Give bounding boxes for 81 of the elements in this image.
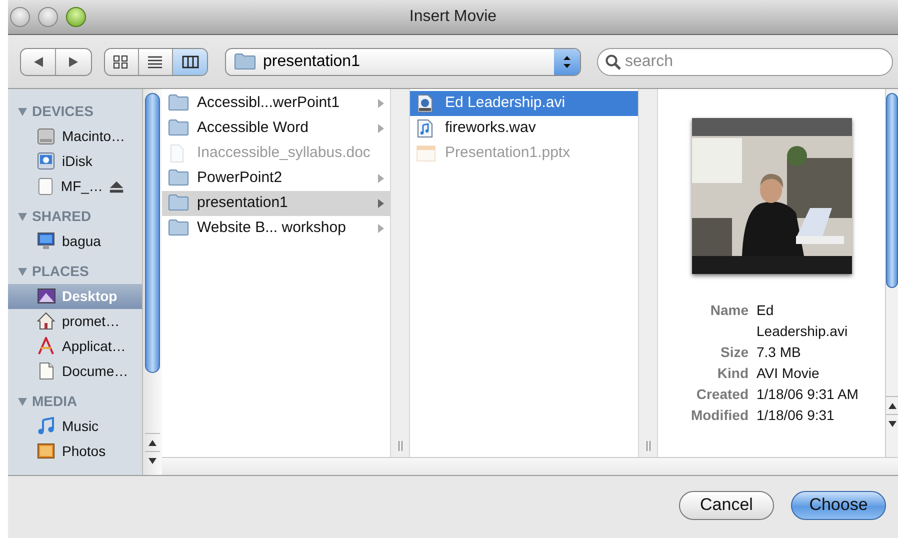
chevron-icon: [377, 123, 385, 134]
chevron-icon: [377, 223, 385, 234]
disclosure-triangle-icon[interactable]: [17, 210, 28, 222]
sidebar-item[interactable]: Music: [8, 414, 142, 439]
sidebar-item[interactable]: MF_…: [8, 174, 142, 199]
resize-handle-icon[interactable]: [398, 441, 402, 451]
view-mode-control[interactable]: [104, 48, 208, 76]
section-heading: MEDIA: [32, 392, 78, 411]
search-field[interactable]: search: [597, 48, 893, 76]
info-label: Created: [695, 385, 748, 404]
file-list-item[interactable]: presentation1: [162, 191, 390, 216]
info-label: Modified: [690, 406, 748, 425]
photo-icon: [37, 442, 56, 461]
sidebar-item[interactable]: Docume…: [8, 359, 142, 384]
file-list-item[interactable]: Ed Leadership.avi: [410, 91, 638, 116]
app-store-icon: [37, 337, 56, 356]
sidebar-item[interactable]: promet…: [8, 309, 142, 334]
presentation-file-icon: [416, 144, 437, 163]
file-list-item[interactable]: Accessibl...werPoint1: [162, 91, 390, 116]
grid-icon: [113, 54, 130, 68]
music-note-icon: [37, 417, 56, 436]
stepper-arrows-icon: [563, 54, 571, 68]
scroll-up-arrow-icon[interactable]: [148, 438, 157, 446]
disclosure-triangle-icon[interactable]: [17, 266, 28, 278]
scroll-down-arrow-icon[interactable]: [148, 456, 157, 464]
file-list-item[interactable]: Website B... workshop: [162, 216, 390, 241]
sidebar-item[interactable]: Applicat…: [8, 334, 142, 359]
section-heading: DEVICES: [32, 102, 94, 121]
file-list-item[interactable]: PowerPoint2: [162, 166, 390, 191]
chevron-icon: [377, 173, 385, 184]
info-value: Ed Leadership.avi: [756, 301, 849, 341]
eject-icon[interactable]: [108, 180, 124, 194]
cancel-button[interactable]: Cancel: [679, 490, 774, 520]
info-label: Name: [709, 301, 748, 320]
resize-handle-icon[interactable]: [646, 441, 650, 451]
house-icon: [37, 312, 56, 331]
info-label: Size: [719, 343, 748, 362]
chevron-icon: [377, 98, 385, 109]
disclosure-triangle-icon[interactable]: [17, 396, 28, 408]
info-label: Kind: [716, 364, 748, 383]
section-heading: SHARED: [32, 207, 92, 226]
scroll-up-arrow-icon[interactable]: [888, 402, 896, 410]
search-icon: [605, 54, 621, 70]
minimize-light[interactable]: [38, 7, 58, 27]
document-icon: [37, 362, 56, 381]
file-list-item[interactable]: Accessible Word: [162, 116, 390, 141]
folder-icon: [168, 169, 189, 188]
sidebar-item[interactable]: Macinto…: [8, 124, 142, 149]
info-value: 1/18/06 9:31 AM: [756, 385, 860, 404]
left-arrow-icon: [32, 56, 44, 68]
columns-icon: [182, 54, 198, 68]
monitor-icon: [37, 232, 56, 251]
zoom-light[interactable]: [66, 7, 86, 27]
scroll-down-arrow-icon[interactable]: [888, 420, 896, 428]
list-icon: [147, 54, 164, 68]
window-title: Insert Movie: [409, 7, 497, 27]
info-value: 7.3 MB: [756, 343, 802, 362]
disclosure-triangle-icon[interactable]: [17, 106, 28, 118]
sidebar-item[interactable]: bagua: [8, 229, 142, 254]
chevron-icon: [377, 198, 385, 209]
folder-icon: [168, 94, 189, 113]
folder-icon: [234, 53, 256, 70]
folder-icon: [168, 194, 189, 213]
sidebar-item[interactable]: iDisk: [8, 149, 142, 174]
right-arrow-icon: [68, 56, 79, 68]
path-popup[interactable]: presentation1: [225, 48, 581, 76]
info-value: 1/18/06 9:31: [756, 406, 836, 425]
folder-icon: [168, 219, 189, 238]
file-list-item[interactable]: fireworks.wav: [410, 116, 638, 141]
scrollbar-thumb[interactable]: [145, 93, 160, 373]
close-light[interactable]: [10, 7, 30, 27]
drive-icon: [37, 177, 55, 196]
sidebar-item[interactable]: Photos: [8, 439, 142, 464]
view-mode-button[interactable]: [173, 48, 207, 74]
section-heading: PLACES: [32, 262, 89, 281]
scrollbar-thumb[interactable]: [886, 93, 898, 288]
desktop-icon: [37, 287, 56, 306]
choose-button[interactable]: Choose: [791, 490, 886, 520]
folder-icon: [168, 119, 189, 138]
info-value: AVI Movie: [756, 364, 820, 383]
navigation-control[interactable]: [20, 48, 92, 76]
